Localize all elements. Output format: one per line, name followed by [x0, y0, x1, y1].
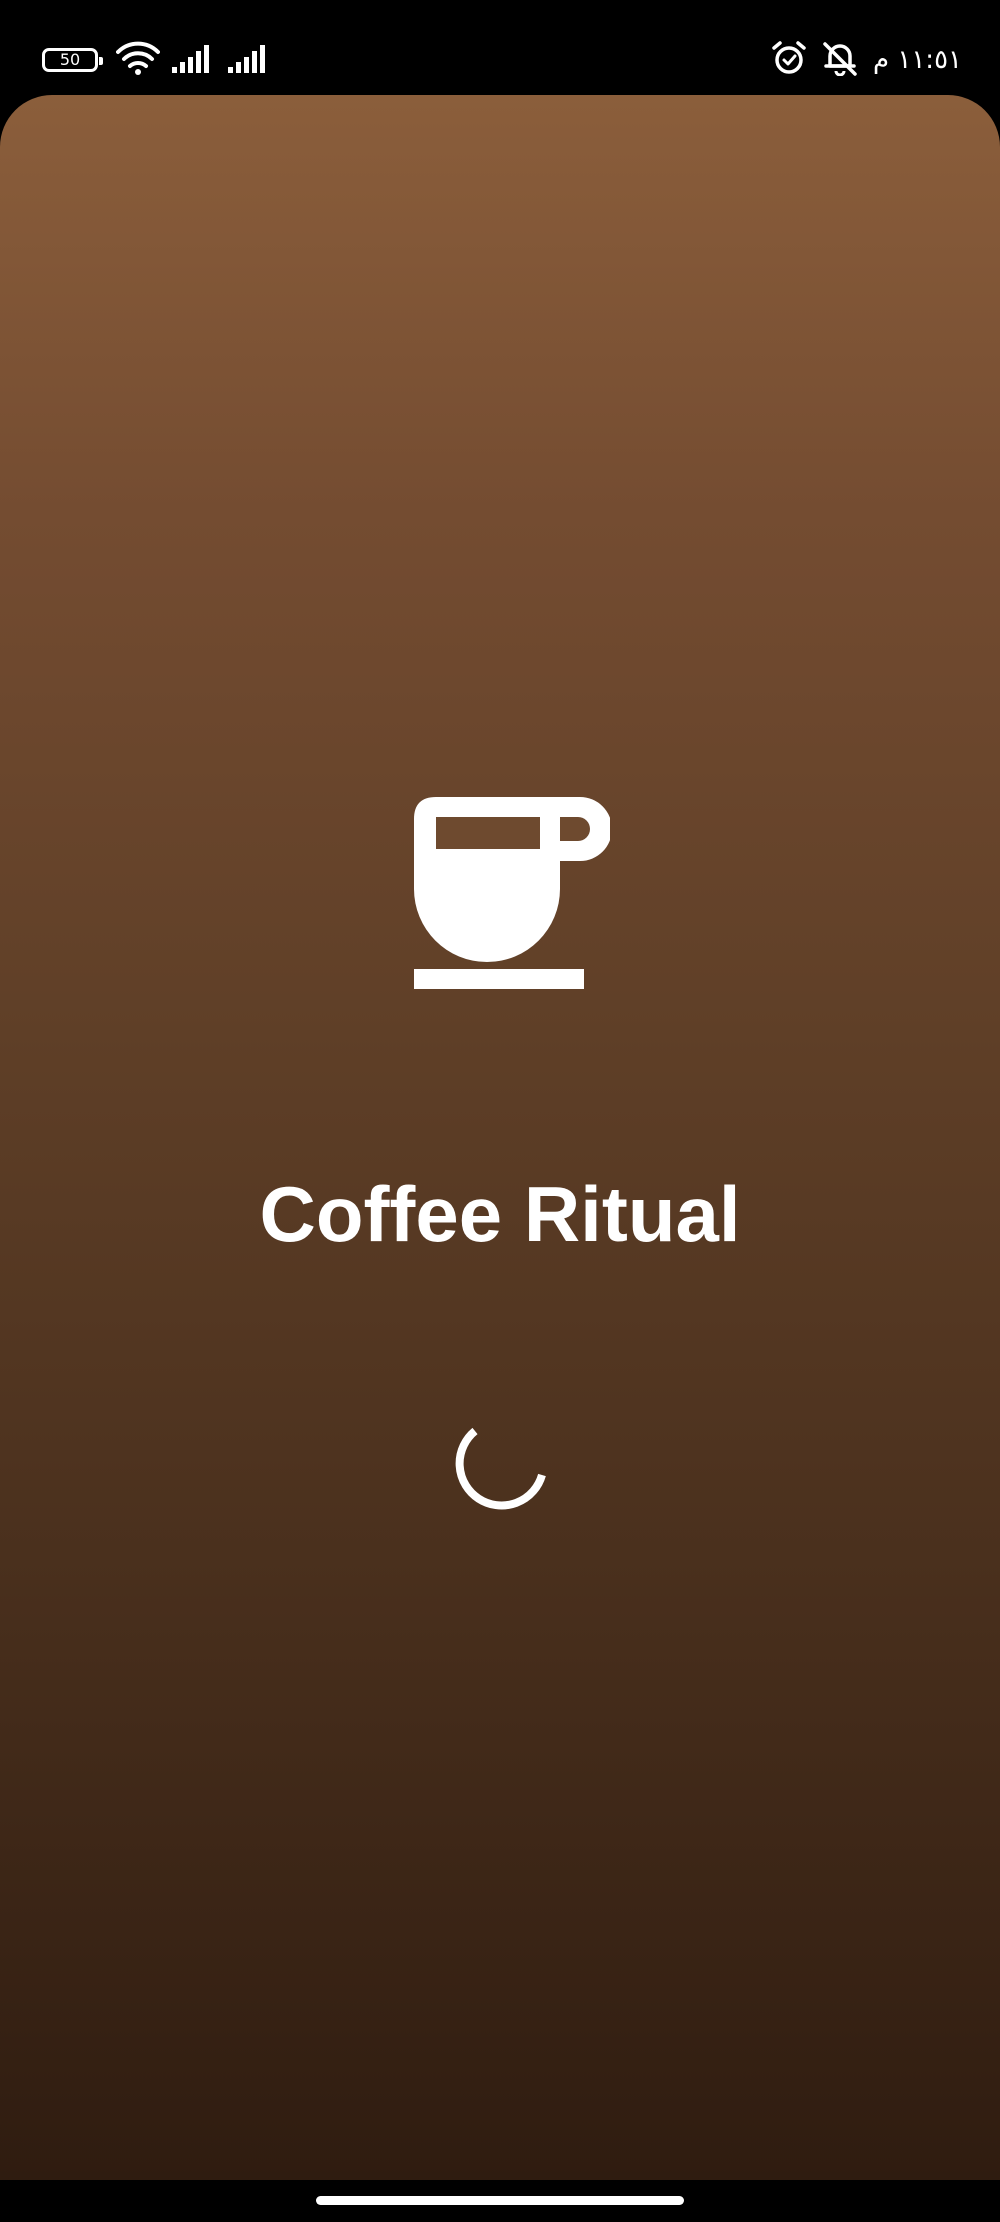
status-left: 50	[42, 40, 284, 80]
loading-spinner-icon	[455, 1427, 546, 1510]
cellular-signal-icon	[172, 43, 216, 78]
coffee-cup-icon	[414, 797, 610, 989]
alarm-icon	[771, 40, 807, 81]
clock: ١١:٥١ م	[873, 45, 962, 75]
cellular-signal-icon	[228, 43, 272, 78]
splash-screen: Coffee Ritual	[0, 95, 1000, 2180]
wifi-icon	[116, 41, 160, 80]
battery-level: 50	[59, 50, 81, 69]
battery-icon: 50	[42, 48, 103, 72]
status-right: ١١:٥١ م	[757, 40, 962, 80]
notifications-off-icon	[821, 40, 859, 81]
home-indicator[interactable]	[316, 2196, 684, 2205]
navigation-bar	[0, 2180, 1000, 2222]
screen: 50 ١١:٥١ م Coffee Ritual	[0, 0, 1000, 2222]
status-bar: 50 ١١:٥١ م	[0, 0, 1000, 95]
app-title: Coffee Ritual	[259, 1170, 741, 1258]
